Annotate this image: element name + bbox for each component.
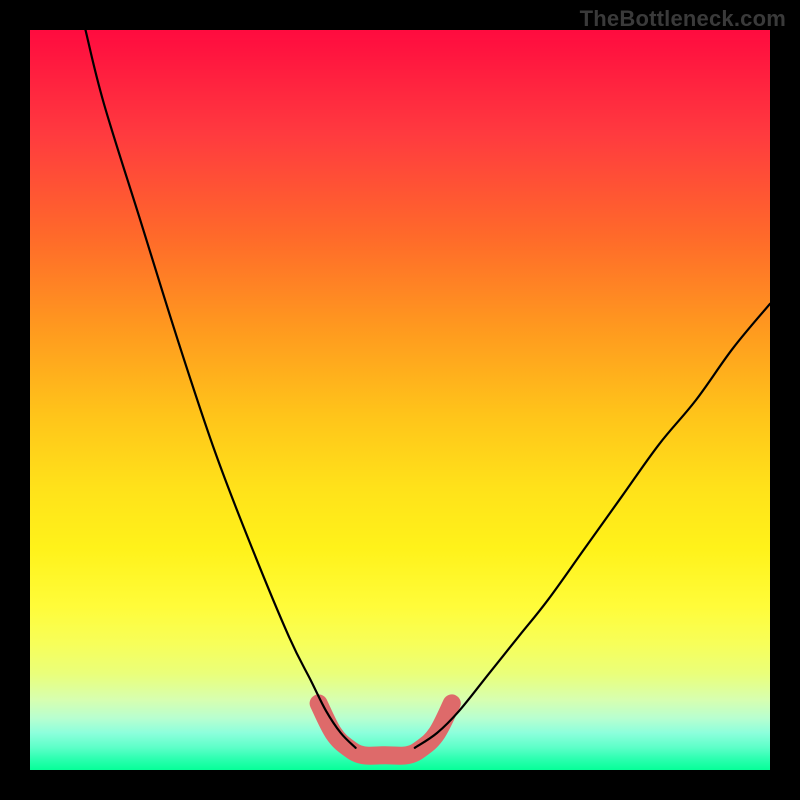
chart-frame: TheBottleneck.com <box>0 0 800 800</box>
plot-area <box>30 30 770 770</box>
left-curve <box>86 30 356 748</box>
right-curve <box>415 304 770 748</box>
curves-svg <box>30 30 770 770</box>
watermark-text: TheBottleneck.com <box>580 6 786 32</box>
